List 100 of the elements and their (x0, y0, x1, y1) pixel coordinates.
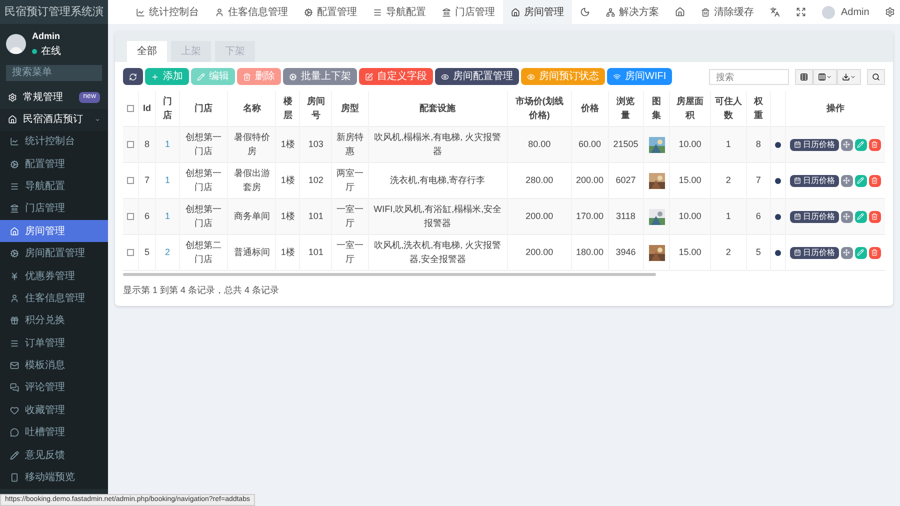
table-cell: 商务单间 (228, 198, 276, 234)
nav-tab[interactable]: 门店管理 (434, 0, 503, 24)
nav-tab[interactable]: 统计控制台 (128, 0, 207, 24)
trash-icon (871, 249, 878, 256)
toolbar-button[interactable]: 房间配置管理 (435, 68, 519, 85)
table-cell: 10.00 (670, 198, 710, 234)
table-cell: 8 (746, 126, 770, 162)
refresh-icon (129, 72, 137, 80)
toolbar-button[interactable]: 批量上下架 (283, 68, 357, 85)
edit-button[interactable] (854, 210, 867, 222)
calendar-price-button[interactable]: 日历价格 (790, 138, 839, 150)
caret-icon (850, 74, 856, 80)
menu-item[interactable]: 订单管理 (0, 332, 108, 354)
phone-icon (10, 473, 19, 482)
calendar-icon (794, 141, 801, 148)
menu-item[interactable]: 住客信息管理 (0, 287, 108, 310)
menu-item[interactable]: 收藏管理 (0, 399, 108, 422)
menu-item[interactable]: 模板消息 (0, 354, 108, 377)
line-chart-icon (136, 8, 145, 16)
menu-item[interactable]: 房间管理 (0, 220, 108, 242)
checkbox[interactable] (127, 141, 134, 148)
edit-icon (365, 72, 373, 80)
trash-icon (701, 8, 710, 16)
table-cell: 6 (138, 198, 156, 234)
table-cell: 1楼 (276, 234, 300, 270)
header-link[interactable]: 解决方案 (598, 4, 667, 20)
checkbox[interactable] (127, 105, 134, 112)
calendar-price-button[interactable]: 日历价格 (790, 210, 839, 222)
refresh-button[interactable] (123, 68, 143, 85)
trash-icon (243, 72, 251, 80)
user-status: 在线 (41, 44, 61, 58)
menu-item[interactable]: 积分兑换 (0, 310, 108, 332)
menu-item[interactable]: 优惠券管理 (0, 264, 108, 288)
search-field[interactable]: 搜索 (709, 68, 789, 84)
menu-item[interactable]: 移动端预览 (0, 466, 108, 489)
edit-button[interactable] (854, 138, 867, 150)
menu-label: 民宿酒店预订 (23, 112, 83, 127)
nav-tab[interactable]: 导航配置 (365, 0, 434, 24)
header-link[interactable]: 清除缓存 (693, 4, 762, 20)
checkbox[interactable] (127, 249, 134, 256)
table-cell: 创想第一门店 (180, 126, 228, 162)
table-cell: 200.00 (507, 234, 572, 270)
drag-button[interactable] (840, 246, 853, 258)
checkbox[interactable] (127, 177, 134, 184)
move-icon (843, 213, 850, 220)
heart-icon (10, 406, 19, 415)
table-cell: 1 (156, 198, 180, 234)
export-button[interactable] (837, 68, 861, 84)
calendar-price-button[interactable]: 日历价格 (790, 174, 839, 186)
user-menu[interactable]: Admin (841, 4, 870, 20)
calendar-icon (794, 213, 801, 220)
eye-icon (527, 72, 535, 80)
table-cell: 创想第二门店 (180, 234, 228, 270)
menu-item[interactable]: 意见反馈 (0, 444, 108, 466)
calendar-price-button[interactable]: 日历价格 (790, 246, 839, 258)
drag-button[interactable] (840, 138, 853, 150)
menu-item[interactable]: 评论管理 (0, 376, 108, 400)
toolbar-button[interactable]: 房间WIFI (607, 68, 672, 85)
delete-button[interactable] (868, 138, 881, 150)
table-cell: 10.00 (670, 126, 710, 162)
gear-icon (10, 160, 19, 169)
drag-button[interactable] (840, 210, 853, 222)
nav-tab[interactable]: 房间管理 (503, 0, 572, 24)
filter-tab[interactable]: 全部 (127, 41, 167, 62)
nav-tab[interactable]: 住客信息管理 (207, 0, 296, 24)
line-chart-icon (10, 137, 19, 146)
toolbar-button[interactable]: 自定义字段 (359, 68, 433, 85)
columns-button[interactable] (813, 68, 837, 84)
menu-search-field[interactable]: 搜索菜单 (6, 64, 102, 80)
pagination-info: 显示第 1 到第 4 条记录，总共 4 条记录 (122, 284, 280, 297)
delete-button[interactable] (868, 246, 881, 258)
nav-tab[interactable]: 配置管理 (296, 0, 365, 24)
drag-button[interactable] (840, 174, 853, 186)
menu-item[interactable]: 房间配置管理 (0, 242, 108, 265)
menu-item[interactable]: 门店管理 (0, 198, 108, 220)
table-cell: 吹风机,榻榻米,有电梯, 火灾报警器 (368, 126, 508, 162)
plus-icon (151, 72, 159, 80)
comment-icon (10, 428, 19, 438)
moon-icon (580, 7, 590, 17)
table-cell: 一室一厅 (332, 234, 368, 270)
bars-icon (10, 338, 19, 348)
search-button[interactable] (867, 68, 885, 84)
pencil-icon (857, 177, 864, 184)
table-cell: 8 (138, 126, 156, 162)
table-toggle-button[interactable] (795, 68, 813, 84)
move-icon (843, 177, 850, 184)
menu-item[interactable]: 配置管理 (0, 152, 108, 176)
menu-item[interactable]: 吐槽管理 (0, 422, 108, 444)
delete-button[interactable] (868, 210, 881, 222)
edit-button[interactable] (854, 246, 867, 258)
menu-item[interactable]: 导航配置 (0, 175, 108, 198)
translate-icon (770, 7, 780, 17)
menu-group[interactable]: 民宿酒店预订 (0, 108, 108, 130)
menu-item[interactable]: 统计控制台 (0, 130, 108, 153)
table-cell: 180.00 (572, 234, 608, 270)
table-cell: 5 (746, 234, 770, 270)
table-cell: 6 (746, 198, 770, 234)
checkbox[interactable] (127, 213, 134, 220)
edit-button[interactable] (854, 174, 867, 186)
delete-button[interactable] (868, 174, 881, 186)
